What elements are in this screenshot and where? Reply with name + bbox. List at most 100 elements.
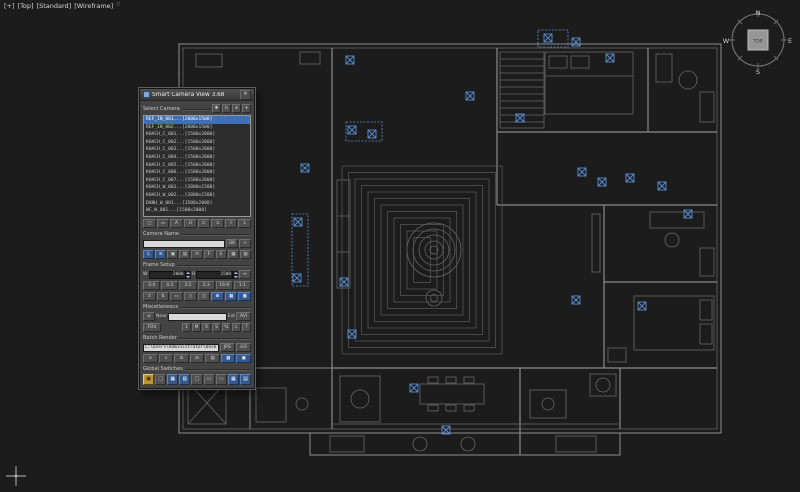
batch-tool-button[interactable]: ▣ [236, 354, 251, 363]
aspect-ratio-button[interactable]: 3:4 [143, 281, 160, 290]
list-tool-button[interactable]: U [184, 219, 197, 228]
output-path-input[interactable] [143, 344, 219, 352]
list-tool-button[interactable]: ⊐ [211, 219, 224, 228]
fov-tool-button[interactable]: M [192, 323, 201, 332]
camera-list-item[interactable]: KHACH_C_005...[1500x2000] [144, 162, 250, 170]
aspect-ratio-button[interactable]: 3:2 [179, 281, 196, 290]
select-camera-tool-button[interactable]: ≡ [232, 104, 241, 113]
camera-list-item[interactable]: KHACH_C_003...[1500x2000] [144, 146, 250, 154]
camera-list-item[interactable]: KHACH_W_002...[2000x1500] [144, 192, 250, 200]
link-wh-button[interactable]: ↔ [239, 270, 251, 279]
camera-list-item[interactable]: WC_W_001...[1500x2000] [144, 207, 250, 215]
list-tool-button[interactable]: □ [143, 219, 156, 228]
select-camera-tool-button[interactable]: ▾ [242, 104, 251, 113]
global-switch-button[interactable]: ▭ [216, 374, 227, 385]
near-input[interactable] [168, 313, 227, 321]
aspect-ratio-button[interactable]: 4:3 [161, 281, 178, 290]
frame-tool-button[interactable]: ⊞ [211, 292, 224, 301]
view-tool-button[interactable]: ▤ [179, 250, 190, 259]
viewport-menu-style[interactable]: [Standard] [37, 2, 72, 10]
select-camera-tool-button[interactable]: ↻ [222, 104, 231, 113]
batch-tool-button[interactable]: ⊟ [190, 354, 205, 363]
global-switch-button[interactable]: □ [191, 374, 202, 385]
global-switch-button[interactable]: □ [155, 374, 166, 385]
viewport-menu-shading[interactable]: [Wireframe] [74, 2, 113, 10]
fov-tool-button[interactable]: ? [242, 323, 251, 332]
batch-tool-button[interactable]: a [143, 354, 158, 363]
global-switch-button[interactable]: ▦ [167, 374, 178, 385]
fov-tool-button[interactable]: X [202, 323, 211, 332]
avi-button[interactable]: AVI [236, 312, 251, 321]
frame-tool-button[interactable]: ▭ [170, 292, 183, 301]
go-button[interactable]: GO [236, 343, 251, 352]
frame-tool-button[interactable]: ◫ [198, 292, 211, 301]
batch-tool-button[interactable]: ⊡ [174, 354, 189, 363]
frame-tool-button[interactable]: ▯ [184, 292, 197, 301]
batch-tool-button[interactable]: s [159, 354, 174, 363]
view-tool-button[interactable]: E [216, 250, 227, 259]
batch-tool-button[interactable]: ▤ [205, 354, 220, 363]
view-tool-button[interactable]: ▧ [240, 250, 251, 259]
compass-south[interactable]: S [756, 68, 760, 76]
batch-render-label: Batch Render [143, 335, 251, 341]
camera-name-input[interactable] [143, 240, 225, 248]
frame-tool-button[interactable]: ⇅ [157, 292, 170, 301]
close-button[interactable]: ✕ [240, 90, 251, 100]
viewport-filter-icon[interactable]: ▽ [116, 2, 120, 10]
global-switch-button[interactable]: ▭ [204, 374, 215, 385]
viewport-menu-general[interactable]: [+] [4, 2, 15, 10]
camera-list-item[interactable]: KHACH_W_001...[2000x1500] [144, 184, 250, 192]
global-switch-button[interactable]: ▤ [240, 374, 251, 385]
batch-tool-button[interactable]: ▦ [221, 354, 236, 363]
camera-list-item[interactable]: REF_IN_001...[2000x1500] [144, 116, 250, 124]
list-tool-button[interactable]: L [238, 219, 251, 228]
camera-list-item[interactable]: KHACH_C_007...[1500x2000] [144, 177, 250, 185]
view-tool-button[interactable]: F [204, 250, 215, 259]
dialog-titlebar[interactable]: Smart Camera View 3.68 ✕ [140, 89, 254, 101]
viewport-menu-pov[interactable]: [Top] [18, 2, 34, 10]
aspect-ratio-button[interactable]: 2:3 [198, 281, 215, 290]
fov-tool-button[interactable]: 1 [182, 323, 191, 332]
frame-toolbar: ↥⇅▭▯◫⊞▦▩ [143, 292, 251, 301]
frame-tool-button[interactable]: ▦ [225, 292, 238, 301]
compass-west[interactable]: W [723, 37, 730, 45]
width-spinner[interactable]: 2000 [149, 271, 191, 279]
camera-list-item[interactable]: DANH_W_001...[1500x2000] [144, 200, 250, 208]
frame-tool-button[interactable]: ▩ [238, 292, 251, 301]
camera-list-item[interactable]: KHACH_C_002...[1500x2000] [144, 139, 250, 147]
misc-lock-button[interactable]: ± [143, 312, 155, 321]
list-tool-button[interactable]: A [170, 219, 183, 228]
select-camera-tool-button[interactable]: ✱ [212, 104, 221, 113]
global-switch-button[interactable]: ▣ [143, 374, 154, 385]
aspect-ratio-button[interactable]: 1:1 [234, 281, 251, 290]
global-switch-button[interactable]: ▦ [228, 374, 239, 385]
frame-tool-button[interactable]: ↥ [143, 292, 156, 301]
fov-tool-button[interactable]: % [222, 323, 231, 332]
view-tool-button[interactable]: L [143, 250, 154, 259]
fov-tool-button[interactable]: S [212, 323, 221, 332]
compass-north[interactable]: N [756, 9, 761, 17]
fov-button[interactable]: FOV [143, 323, 161, 332]
global-switch-button[interactable]: ▥ [179, 374, 190, 385]
camera-list-item[interactable]: REF_IN_002...[2000x1500] [144, 124, 250, 132]
fov-tool-button[interactable]: L [232, 323, 241, 332]
camera-list[interactable]: REF_IN_001...[2000x1500]REF_IN_002...[20… [143, 115, 251, 217]
camera-name-add-button[interactable]: + [239, 239, 251, 248]
height-spinner[interactable]: 1500 [196, 271, 238, 279]
view-tool-button[interactable]: ▦ [228, 250, 239, 259]
aspect-ratio-button[interactable]: 16:9 [216, 281, 233, 290]
view-tool-button[interactable]: H [191, 250, 202, 259]
format-button[interactable]: JPG [220, 343, 235, 352]
camera-list-item[interactable]: KHACH_C_001...[1500x2000] [144, 131, 250, 139]
camera-name-ok-button[interactable]: OK [226, 239, 238, 248]
rug-wireframe [342, 166, 502, 354]
camera-list-item[interactable]: KHACH_C_004...[1500x2000] [144, 154, 250, 162]
list-tool-button[interactable]: I [225, 219, 238, 228]
camera-list-item[interactable]: KHACH_C_006...[1500x2000] [144, 169, 250, 177]
list-tool-button[interactable]: ▭ [157, 219, 170, 228]
compass-east[interactable]: E [788, 37, 792, 45]
view-tool-button[interactable]: ≡ [155, 250, 166, 259]
viewcube-compass[interactable]: N S W E TOP [722, 4, 794, 76]
view-tool-button[interactable]: ▣ [167, 250, 178, 259]
list-tool-button[interactable]: ⊏ [198, 219, 211, 228]
